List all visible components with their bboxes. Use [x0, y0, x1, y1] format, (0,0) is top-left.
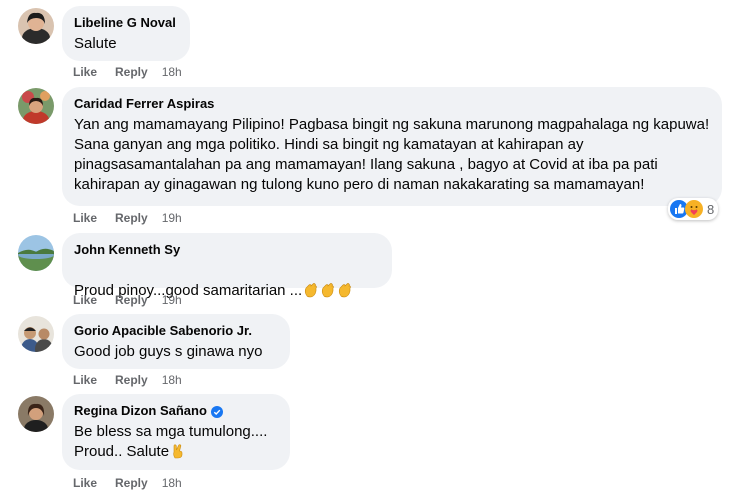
reply-button[interactable]: Reply: [115, 210, 148, 226]
avatar[interactable]: [18, 8, 54, 44]
profile-photo-icon: [18, 316, 54, 352]
comment-author[interactable]: Libeline G Noval: [74, 14, 178, 31]
profile-photo-icon: [18, 235, 54, 271]
comment-author[interactable]: Gorio Apacible Sabenorio Jr.: [74, 322, 278, 339]
comment-author[interactable]: Caridad Ferrer Aspiras: [74, 95, 710, 112]
comment-text-line: Proud.. Salute: [74, 442, 278, 462]
reply-button[interactable]: Reply: [115, 64, 148, 80]
avatar[interactable]: [18, 235, 54, 271]
comment-author-name: Regina Dizon Sañano: [74, 403, 207, 418]
comment-bubble: Gorio Apacible Sabenorio Jr. Good job gu…: [62, 314, 290, 369]
comment-timestamp[interactable]: 19h: [162, 210, 182, 226]
comment-text-content: Proud.. Salute: [74, 443, 170, 460]
comment-text: Salute: [74, 35, 117, 52]
comment-author[interactable]: Regina Dizon Sañano: [74, 402, 278, 419]
comment-author[interactable]: John Kenneth Sy: [74, 241, 380, 258]
comment-actions: Like Reply 18h: [73, 475, 182, 491]
comment-actions: Like Reply 19h: [73, 210, 182, 226]
comment-timestamp[interactable]: 18h: [162, 64, 182, 80]
avatar[interactable]: [18, 396, 54, 432]
comment-actions: Like Reply 18h: [73, 372, 182, 388]
like-button[interactable]: Like: [73, 372, 97, 388]
like-button[interactable]: Like: [73, 292, 97, 308]
comment-text: Be bless sa mga tumulong.... Proud.. Sal…: [74, 422, 278, 462]
comment-text-line: Be bless sa mga tumulong....: [74, 423, 268, 440]
like-button[interactable]: Like: [73, 64, 97, 80]
comment-actions: Like Reply 18h: [73, 64, 182, 80]
profile-photo-icon: [18, 396, 54, 432]
comment-timestamp[interactable]: 18h: [162, 475, 182, 491]
comment-bubble: John Kenneth Sy Proud pinoy...good samar…: [62, 233, 392, 299]
comment-timestamp[interactable]: 18h: [162, 372, 182, 388]
like-button[interactable]: Like: [73, 210, 97, 226]
comment-bubble: Caridad Ferrer Aspiras Yan ang mamamayan…: [62, 87, 722, 206]
victory-hand-icon: [170, 443, 186, 459]
comment-bubble: Regina Dizon Sañano Be bless sa mga tumu…: [62, 394, 290, 470]
reply-button[interactable]: Reply: [115, 475, 148, 491]
reaction-summary[interactable]: 8: [668, 198, 719, 220]
comment-timestamp[interactable]: 19h: [162, 292, 182, 308]
avatar[interactable]: [18, 316, 54, 352]
care-reaction-icon: [685, 200, 703, 218]
reply-button[interactable]: Reply: [115, 292, 148, 308]
clapping-hands-icon: [337, 282, 353, 298]
profile-photo-icon: [18, 88, 54, 124]
comment-actions: Like Reply 19h: [73, 292, 182, 308]
verified-badge-icon: [210, 405, 223, 418]
profile-photo-icon: [18, 8, 54, 44]
like-button[interactable]: Like: [73, 475, 97, 491]
avatar[interactable]: [18, 88, 54, 124]
clapping-hands-icon: [320, 282, 336, 298]
comment-text: Good job guys s ginawa nyo: [74, 343, 263, 360]
reply-button[interactable]: Reply: [115, 372, 148, 388]
clapping-hands-icon: [303, 282, 319, 298]
comment-text: Yan ang mamamayang Pilipino! Pagbasa bin…: [74, 116, 710, 193]
reaction-count: 8: [707, 201, 715, 217]
comment-bubble: Libeline G Noval Salute: [62, 6, 190, 61]
